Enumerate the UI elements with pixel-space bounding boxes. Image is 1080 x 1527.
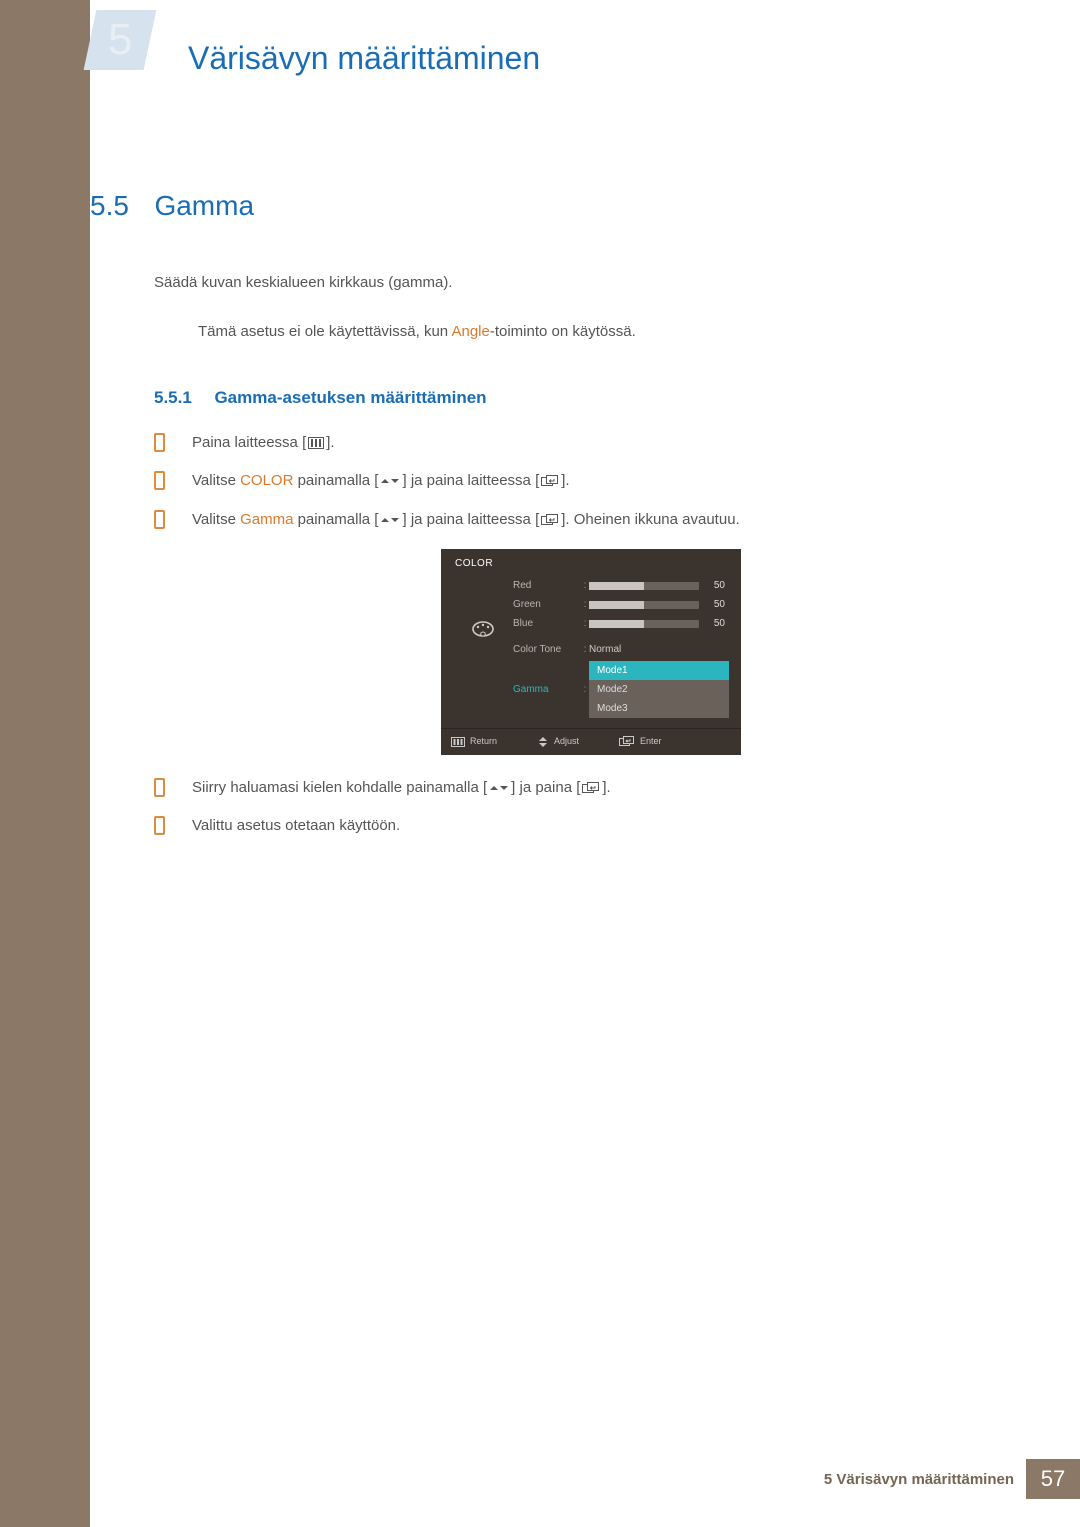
updown-icon	[489, 782, 509, 794]
left-sidebar	[0, 0, 90, 1527]
slider-icon	[589, 620, 699, 628]
osd-enter: Enter	[619, 735, 662, 749]
step-icon	[154, 433, 165, 452]
osd-adjust: Adjust	[537, 735, 579, 749]
osd-row-green: Green : 50	[441, 595, 741, 614]
subsection-heading: 5.5.1 Gamma-asetuksen määrittäminen	[154, 388, 990, 408]
osd-label: Red	[513, 578, 581, 593]
page-footer: 5 Värisävyn määrittäminen 57	[90, 1459, 1080, 1499]
step-icon	[154, 816, 165, 835]
osd-label: Gamma	[513, 682, 581, 697]
osd-option: Mode3	[589, 699, 729, 718]
text: ] ja paina laitteessa [	[402, 511, 539, 528]
text: painamalla [	[293, 511, 378, 528]
gamma-word: Gamma	[240, 511, 293, 528]
text: painamalla [	[293, 472, 378, 489]
text: ] ja paina laitteessa [	[402, 472, 539, 489]
note-post: -toiminto on käytössä.	[490, 323, 636, 340]
osd-option: Mode2	[589, 680, 729, 699]
note: Tämä asetus ei ole käytettävissä, kun An…	[198, 323, 990, 340]
osd-row-red: Red : 50	[441, 576, 741, 595]
note-pre: Tämä asetus ei ole käytettävissä, kun	[198, 323, 451, 340]
footer-text: 5 Värisävyn määrittäminen	[824, 1471, 1026, 1488]
step-icon	[154, 778, 165, 797]
text: ].	[326, 434, 334, 451]
osd-footer-label: Enter	[640, 735, 662, 749]
section-number: 5.5	[90, 190, 150, 222]
updown-icon	[537, 736, 549, 748]
text: ]. Oheinen ikkuna avautuu.	[561, 511, 739, 528]
osd-row-blue: Blue : 50	[441, 614, 741, 640]
enter-icon	[619, 736, 635, 747]
chapter-title: Värisävyn määrittäminen	[188, 40, 540, 77]
text: Paina laitteessa [	[192, 434, 306, 451]
osd-label: Color Tone	[513, 642, 581, 657]
steps-list: Paina laitteessa []. Valitse COLOR paina…	[154, 432, 990, 838]
text: ].	[561, 472, 569, 489]
slider-icon	[589, 582, 699, 590]
osd-label: Blue	[513, 616, 581, 631]
text: Valitse	[192, 511, 240, 528]
chapter-number: 5	[108, 15, 132, 65]
section-title: Gamma	[154, 190, 254, 222]
chapter-badge: 5	[84, 10, 157, 70]
text: Valittu asetus otetaan käyttöön.	[192, 817, 400, 834]
step-icon	[154, 471, 165, 490]
osd-value: Normal	[589, 642, 699, 657]
page-number: 57	[1026, 1459, 1080, 1499]
section-heading: 5.5 Gamma	[90, 190, 990, 222]
osd-value: 50	[699, 597, 729, 612]
osd-header: COLOR	[441, 549, 741, 576]
paragraph: Säädä kuvan keskialueen kirkkaus (gamma)…	[154, 272, 990, 295]
menu-icon	[308, 437, 324, 449]
text: ].	[602, 779, 610, 796]
enter-icon	[541, 514, 559, 526]
enter-icon	[541, 475, 559, 487]
osd-panel: COLOR Red : 50 Green : 50	[441, 549, 741, 755]
osd-value: 50	[699, 578, 729, 593]
osd-row-colortone: Color Tone : Normal	[441, 640, 741, 659]
note-angle: Angle	[451, 323, 489, 340]
step-3: Valitse Gamma painamalla [ ] ja paina lai…	[154, 509, 990, 755]
updown-icon	[380, 475, 400, 487]
subsection-number: 5.5.1	[154, 388, 210, 408]
step-4: Siirry haluamasi kielen kohdalle painama…	[154, 777, 990, 800]
text: Valitse	[192, 472, 240, 489]
step-2: Valitse COLOR painamalla [ ] ja paina lai…	[154, 470, 990, 493]
osd-label: Green	[513, 597, 581, 612]
osd-gamma-options: Mode1 Mode2 Mode3	[589, 661, 729, 718]
slider-icon	[589, 601, 699, 609]
menu-icon	[451, 737, 465, 747]
subsection-title: Gamma-asetuksen määrittäminen	[214, 388, 486, 408]
enter-icon	[582, 782, 600, 794]
color-word: COLOR	[240, 472, 293, 489]
step-5: Valittu asetus otetaan käyttöön.	[154, 815, 990, 838]
osd-row-gamma: Gamma : Mode1 Mode2 Mode3	[441, 659, 741, 720]
content: 5.5 Gamma Säädä kuvan keskialueen kirkka…	[90, 190, 990, 854]
osd-footer-label: Return	[470, 735, 497, 749]
osd-value: 50	[699, 616, 729, 631]
osd-footer: Return Adjust Enter	[441, 728, 741, 755]
osd-option-selected: Mode1	[589, 661, 729, 680]
osd-footer-label: Adjust	[554, 735, 579, 749]
updown-icon	[380, 514, 400, 526]
text: Siirry haluamasi kielen kohdalle painama…	[192, 779, 487, 796]
osd-return: Return	[451, 735, 497, 749]
text: ] ja paina [	[511, 779, 580, 796]
step-icon	[154, 510, 165, 529]
step-1: Paina laitteessa [].	[154, 432, 990, 455]
palette-icon	[471, 620, 495, 638]
